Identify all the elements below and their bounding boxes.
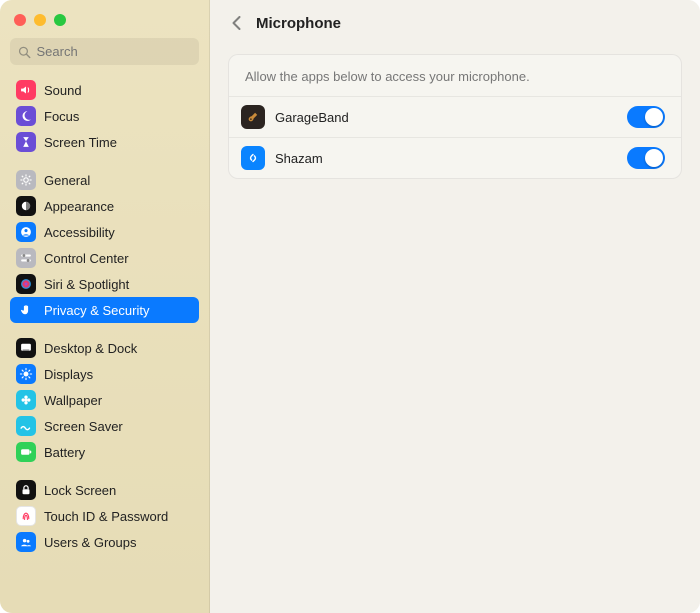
sidebar-item-displays[interactable]: Displays (10, 361, 199, 387)
search-icon (18, 45, 31, 59)
sidebar-item-focus[interactable]: Focus (10, 103, 199, 129)
sidebar-item-siri[interactable]: Siri & Spotlight (10, 271, 199, 297)
sidebar-item-label: Appearance (44, 199, 114, 214)
main-panel: Microphone Allow the apps below to acces… (210, 0, 700, 613)
app-row-shazam: Shazam (229, 137, 681, 178)
zoom-window-button[interactable] (54, 14, 66, 26)
shazam-microphone-toggle[interactable] (627, 147, 665, 169)
sidebar-item-label: Lock Screen (44, 483, 116, 498)
sidebar: Sound Focus Screen Time General Appearance Ac… (0, 0, 210, 613)
sidebar-item-label: Desktop & Dock (44, 341, 137, 356)
sidebar-item-battery[interactable]: Battery (10, 439, 199, 465)
dock-icon (16, 338, 36, 358)
sidebar-item-label: Sound (44, 83, 82, 98)
sidebar-item-users[interactable]: Users & Groups (10, 529, 199, 555)
gear-icon (16, 170, 36, 190)
sidebar-item-label: General (44, 173, 90, 188)
sidebar-item-label: Privacy & Security (44, 303, 149, 318)
sidebar-item-controlcenter[interactable]: Control Center (10, 245, 199, 271)
page-header: Microphone (210, 0, 700, 48)
sidebar-item-label: Battery (44, 445, 85, 460)
sidebar-item-label: Control Center (44, 251, 129, 266)
moon-icon (16, 106, 36, 126)
close-window-button[interactable] (14, 14, 26, 26)
speaker-icon (16, 80, 36, 100)
flower-icon (16, 390, 36, 410)
back-button[interactable] (226, 12, 246, 34)
sidebar-item-label: Accessibility (44, 225, 115, 240)
sun-icon (16, 364, 36, 384)
chevron-left-icon (231, 15, 242, 31)
sidebar-item-label: Focus (44, 109, 79, 124)
sidebar-group: Desktop & Dock Displays Wallpaper Screen Sa… (10, 335, 199, 465)
sidebar-item-label: Siri & Spotlight (44, 277, 129, 292)
sidebar-group: Sound Focus Screen Time (10, 77, 199, 155)
app-row-garageband: GarageBand (229, 96, 681, 137)
minimize-window-button[interactable] (34, 14, 46, 26)
users-icon (16, 532, 36, 552)
panel-subtitle: Allow the apps below to access your micr… (229, 55, 681, 96)
hourglass-icon (16, 132, 36, 152)
wave-icon (16, 416, 36, 436)
sidebar-item-label: Screen Time (44, 135, 117, 150)
sidebar-group: General Appearance Accessibility Control Ce… (10, 167, 199, 323)
sidebar-group: Lock Screen Touch ID & Password Users & Gr… (10, 477, 199, 555)
shazam-app-icon (241, 146, 265, 170)
battery-icon (16, 442, 36, 462)
switches-icon (16, 248, 36, 268)
person-icon (16, 222, 36, 242)
sidebar-item-label: Users & Groups (44, 535, 136, 550)
sidebar-item-label: Screen Saver (44, 419, 123, 434)
garageband-microphone-toggle[interactable] (627, 106, 665, 128)
sidebar-item-screentime[interactable]: Screen Time (10, 129, 199, 155)
hand-icon (16, 300, 36, 320)
sidebar-item-touchid[interactable]: Touch ID & Password (10, 503, 199, 529)
search-input[interactable] (37, 44, 192, 59)
sidebar-item-label: Displays (44, 367, 93, 382)
sidebar-item-sound[interactable]: Sound (10, 77, 199, 103)
garageband-app-icon (241, 105, 265, 129)
sidebar-item-label: Wallpaper (44, 393, 102, 408)
microphone-apps-panel: Allow the apps below to access your micr… (228, 54, 682, 179)
window-controls (10, 8, 199, 38)
sidebar-item-lockscreen[interactable]: Lock Screen (10, 477, 199, 503)
siri-icon (16, 274, 36, 294)
app-label: Shazam (275, 151, 617, 166)
search-field[interactable] (10, 38, 199, 65)
sidebar-item-label: Touch ID & Password (44, 509, 168, 524)
sidebar-item-screensaver[interactable]: Screen Saver (10, 413, 199, 439)
sidebar-item-appearance[interactable]: Appearance (10, 193, 199, 219)
page-title: Microphone (256, 15, 341, 32)
finger-icon (16, 506, 36, 526)
sidebar-item-general[interactable]: General (10, 167, 199, 193)
app-label: GarageBand (275, 110, 617, 125)
sidebar-item-accessibility[interactable]: Accessibility (10, 219, 199, 245)
settings-window: Sound Focus Screen Time General Appearance Ac… (0, 0, 700, 613)
sidebar-item-privacy[interactable]: Privacy & Security (10, 297, 199, 323)
lock-icon (16, 480, 36, 500)
appearance-icon (16, 196, 36, 216)
sidebar-item-desktop[interactable]: Desktop & Dock (10, 335, 199, 361)
sidebar-item-wallpaper[interactable]: Wallpaper (10, 387, 199, 413)
